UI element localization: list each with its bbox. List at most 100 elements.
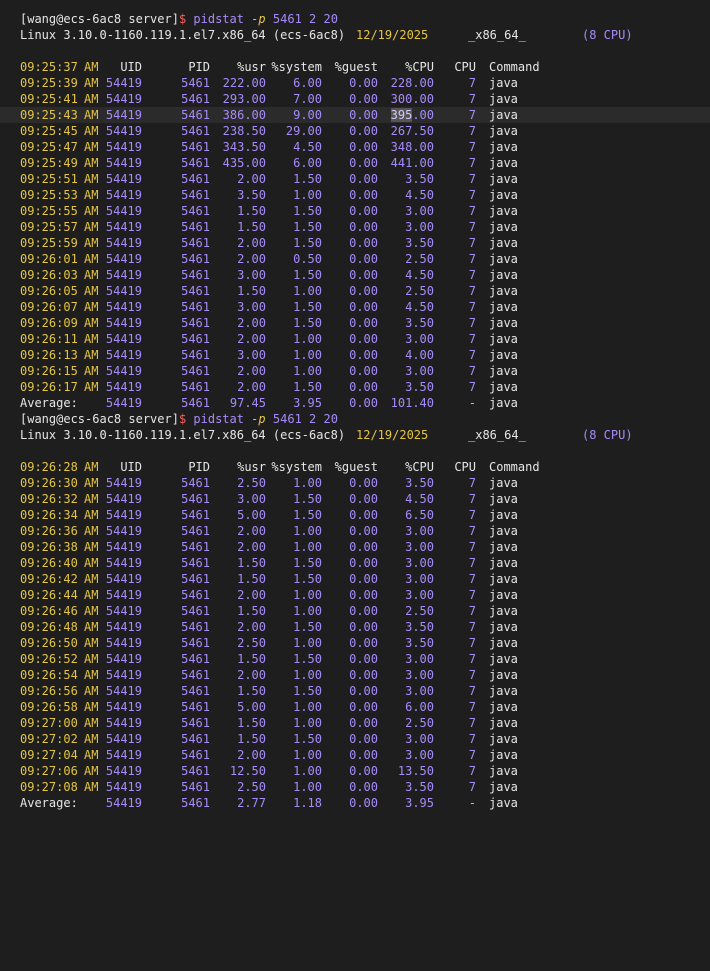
row-usr: 2.00 [237, 236, 266, 250]
row-command: java [489, 556, 518, 570]
row-system: 1.50 [293, 492, 322, 506]
table-row: 09:26:48 AM 54419 5461 2.00 1.50 0.00 3.50 7 java [0, 619, 710, 635]
table-header: 09:25:37 AM UID PID %usr %system %guest … [0, 59, 710, 75]
report-date: 12/19/2025 [356, 28, 429, 42]
row-system: 1.50 [293, 620, 322, 634]
row-cpu-pct: 4.50 [405, 492, 434, 506]
row-command: java [489, 780, 518, 794]
row-system: 1.00 [293, 476, 322, 490]
row-command: java [489, 684, 518, 698]
table-row: 09:25:47 AM 54419 5461 343.50 4.50 0.00 348.00 7… [0, 139, 710, 155]
row-cpu-pct: 3.00 [405, 588, 434, 602]
row-cpu-pct: 3.00 [405, 572, 434, 586]
row-time: 09:26:15 [20, 364, 78, 378]
row-usr: 293.00 [222, 92, 266, 106]
row-system: 1.00 [293, 780, 322, 794]
row-guest: 0.00 [349, 332, 378, 346]
row-guest: 0.00 [349, 540, 378, 554]
row-uid: 54419 [105, 652, 142, 666]
text-cursor-selection: 395 [390, 108, 413, 122]
average-cpu-pct: 101.40 [390, 396, 434, 410]
row-cpu: 7 [468, 700, 476, 714]
row-pid: 5461 [181, 172, 210, 186]
command-args: 5461 2 20 [272, 12, 338, 26]
row-cpu: 7 [468, 92, 476, 106]
terminal-output[interactable]: [wang@ecs-6ac8 server]$ pidstat -p 5461 … [0, 0, 710, 811]
row-uid: 54419 [105, 268, 142, 282]
row-guest: 0.00 [349, 684, 378, 698]
row-guest: 0.00 [349, 556, 378, 570]
row-guest: 0.00 [349, 220, 378, 234]
row-ampm: AM [84, 380, 99, 394]
header-cpu-pct: %CPU [405, 60, 434, 74]
row-ampm: AM [84, 588, 99, 602]
system-info-line: Linux 3.10.0-1160.119.1.el7.x86_64 (ecs-… [0, 427, 710, 443]
row-command: java [489, 252, 518, 266]
row-command: java [489, 220, 518, 234]
row-guest: 0.00 [349, 252, 378, 266]
row-uid: 54419 [105, 380, 142, 394]
row-pid: 5461 [181, 348, 210, 362]
row-usr: 343.50 [222, 140, 266, 154]
row-time: 09:25:39 [20, 76, 78, 90]
command-flag: -p [243, 412, 273, 426]
row-usr: 2.00 [237, 524, 266, 538]
table-row: 09:26:40 AM 54419 5461 1.50 1.50 0.00 3.00 7 java [0, 555, 710, 571]
row-uid: 54419 [105, 588, 142, 602]
command-args: 5461 2 20 [272, 412, 338, 426]
row-ampm: AM [84, 540, 99, 554]
row-guest: 0.00 [349, 476, 378, 490]
row-ampm: AM [84, 684, 99, 698]
table-row: 09:26:07 AM 54419 5461 3.00 1.50 0.00 4.50 7 java [0, 299, 710, 315]
row-pid: 5461 [181, 508, 210, 522]
clipped-previous-line [0, 0, 710, 11]
average-row: Average: 54419 5461 97.45 3.95 0.00 101.… [0, 395, 710, 411]
row-time: 09:25:41 [20, 92, 78, 106]
row-time: 09:26:42 [20, 572, 78, 586]
row-guest: 0.00 [349, 380, 378, 394]
row-usr: 386.00 [222, 108, 266, 122]
row-pid: 5461 [181, 188, 210, 202]
row-usr: 1.50 [237, 652, 266, 666]
row-usr: 222.00 [222, 76, 266, 90]
row-usr: 3.00 [237, 268, 266, 282]
row-ampm: AM [84, 268, 99, 282]
row-usr: 2.00 [237, 172, 266, 186]
row-cpu-pct: 395.00 [390, 108, 434, 122]
row-uid: 54419 [105, 236, 142, 250]
row-guest: 0.00 [349, 140, 378, 154]
row-system: 1.00 [293, 588, 322, 602]
row-pid: 5461 [181, 684, 210, 698]
row-ampm: AM [84, 124, 99, 138]
row-cpu: 7 [468, 476, 476, 490]
average-system: 1.18 [293, 796, 322, 810]
row-cpu-pct: 2.50 [405, 716, 434, 730]
table-row: 09:27:06 AM 54419 5461 12.50 1.00 0.00 13.50 7 ja… [0, 763, 710, 779]
row-system: 1.50 [293, 380, 322, 394]
row-cpu: 7 [468, 268, 476, 282]
row-uid: 54419 [105, 604, 142, 618]
table-row: 09:26:56 AM 54419 5461 1.50 1.50 0.00 3.00 7 java [0, 683, 710, 699]
average-label: Average: [20, 396, 78, 410]
row-pid: 5461 [181, 716, 210, 730]
row-time: 09:25:57 [20, 220, 78, 234]
row-system: 7.00 [293, 92, 322, 106]
row-system: 0.50 [293, 252, 322, 266]
row-time: 09:26:34 [20, 508, 78, 522]
row-uid: 54419 [105, 252, 142, 266]
row-uid: 54419 [105, 76, 142, 90]
row-cpu-pct: 3.00 [405, 668, 434, 682]
row-uid: 54419 [105, 156, 142, 170]
row-usr: 1.50 [237, 716, 266, 730]
row-uid: 54419 [105, 556, 142, 570]
table-row: 09:25:39 AM 54419 5461 222.00 6.00 0.00 228.00 7… [0, 75, 710, 91]
row-uid: 54419 [105, 668, 142, 682]
average-uid: 54419 [105, 396, 142, 410]
row-usr: 3.00 [237, 492, 266, 506]
row-pid: 5461 [181, 604, 210, 618]
row-usr: 2.00 [237, 668, 266, 682]
row-cpu: 7 [468, 380, 476, 394]
row-uid: 54419 [105, 636, 142, 650]
row-system: 1.50 [293, 508, 322, 522]
